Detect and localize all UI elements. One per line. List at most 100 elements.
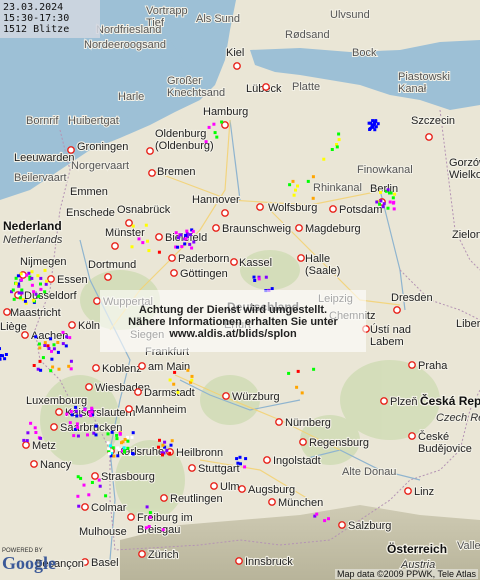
lightning-strike: [323, 519, 327, 523]
lightning-strike: [118, 432, 122, 436]
date-text: 23.03.2024: [3, 2, 64, 13]
lightning-strike: [190, 374, 194, 378]
lightning-strike: [61, 330, 65, 334]
lightning-strike: [180, 245, 184, 249]
lightning-strike: [170, 439, 174, 443]
lightning-strike: [72, 434, 76, 438]
lightning-strike: [300, 391, 304, 395]
lightning-strike: [64, 344, 68, 348]
lightning-strike: [295, 385, 299, 389]
lightning-strike: [56, 341, 60, 344]
google-logo[interactable]: POWERED BY Google: [2, 548, 62, 578]
lightning-strike: [294, 188, 297, 192]
lightning-strike: [25, 273, 29, 277]
lightning-strike: [49, 369, 53, 373]
lightning-strike: [39, 287, 43, 291]
lightning-strike: [76, 434, 80, 438]
lightning-strike: [111, 446, 115, 450]
lightning-strike: [75, 422, 79, 426]
lightning-strike: [373, 128, 377, 132]
lightning-strike: [43, 344, 47, 347]
lightning-strike: [236, 461, 240, 465]
lightning-strike: [79, 414, 83, 418]
lightning-strike: [212, 122, 216, 126]
lightning-strike: [186, 368, 190, 372]
lightning-strike: [238, 455, 242, 459]
lightning-strike: [112, 454, 116, 458]
lightning-strike: [144, 526, 148, 530]
lightning-strike: [335, 145, 339, 149]
lightning-strike: [235, 457, 239, 461]
lightning-strike: [220, 120, 224, 124]
lightning-strike: [90, 406, 94, 410]
lightning-strike: [20, 288, 24, 292]
lightning-strike: [215, 135, 219, 139]
lightning-strike: [90, 481, 94, 484]
lightning-strike: [257, 277, 261, 281]
lightning-strike: [82, 483, 86, 487]
lightning-strike: [109, 444, 112, 448]
lightning-strike: [107, 452, 111, 456]
lightning-strike: [52, 347, 56, 351]
lightning-strike: [148, 515, 152, 519]
lightning-strike: [115, 437, 119, 441]
lightning-strike: [122, 446, 126, 450]
lightning-strike: [388, 200, 392, 204]
lightning-strike: [37, 294, 41, 298]
lightning-strike: [131, 452, 134, 455]
google-logo-text: Google: [2, 553, 56, 573]
lightning-strike: [148, 511, 152, 515]
lightning-strike: [388, 191, 391, 195]
lightning-strike: [30, 283, 34, 287]
lightning-strike: [176, 390, 180, 394]
lightning-strike: [89, 414, 93, 418]
lightning-strike: [39, 276, 43, 280]
lightning-strike: [43, 268, 47, 272]
lightning-strike: [38, 346, 42, 350]
lightning-strike: [213, 131, 217, 135]
lightning-strike: [322, 157, 326, 161]
lightning-strike: [296, 369, 300, 373]
lightning-strike: [190, 246, 194, 250]
lightning-strike: [0, 357, 2, 361]
lightning-strike: [391, 196, 395, 200]
lightning-strike: [252, 275, 256, 279]
lightning-strike: [14, 282, 18, 286]
lightning-strike: [68, 421, 72, 425]
lightning-strike: [204, 140, 208, 144]
lightning-strike: [32, 364, 36, 367]
lightning-strike: [104, 494, 108, 498]
lightning-strike: [161, 528, 165, 532]
map-view[interactable]: Vortrapp Tief Als Sund Ulvsund Nordfriesland…: [0, 0, 480, 580]
lightning-strike: [38, 359, 42, 363]
lightning-strike: [70, 413, 74, 417]
lightning-strike: [367, 121, 371, 125]
lightning-strike: [296, 184, 299, 188]
lightning-strike: [19, 272, 23, 276]
lightning-strike: [34, 431, 38, 434]
lightning-strike: [239, 462, 242, 466]
lightning-strike: [291, 179, 295, 183]
lightning-strike: [50, 349, 53, 353]
info-panel: 23.03.2024 15:30-17:30 1512 Blitze: [0, 0, 100, 38]
lightning-strike: [147, 525, 151, 528]
lightning-strike: [373, 122, 376, 125]
lightning-strike: [45, 279, 49, 283]
lightning-strike: [126, 446, 130, 450]
lightning-strike: [141, 241, 145, 245]
lightning-strike: [33, 426, 37, 430]
lightning-strike: [41, 356, 45, 360]
lightning-strike: [147, 249, 151, 253]
lightning-strike: [131, 224, 135, 228]
lightning-strike: [56, 350, 60, 354]
lightning-strike: [86, 433, 89, 437]
lightning-strike: [4, 353, 8, 356]
lightning-strike: [0, 347, 1, 351]
lightning-strike: [179, 233, 183, 237]
lightning-strike: [130, 245, 134, 249]
lightning-strike: [121, 440, 125, 444]
lightning-strike: [52, 343, 56, 347]
lightning-strike: [110, 430, 114, 434]
lightning-strike: [69, 359, 73, 363]
lightning-strike: [264, 275, 268, 279]
